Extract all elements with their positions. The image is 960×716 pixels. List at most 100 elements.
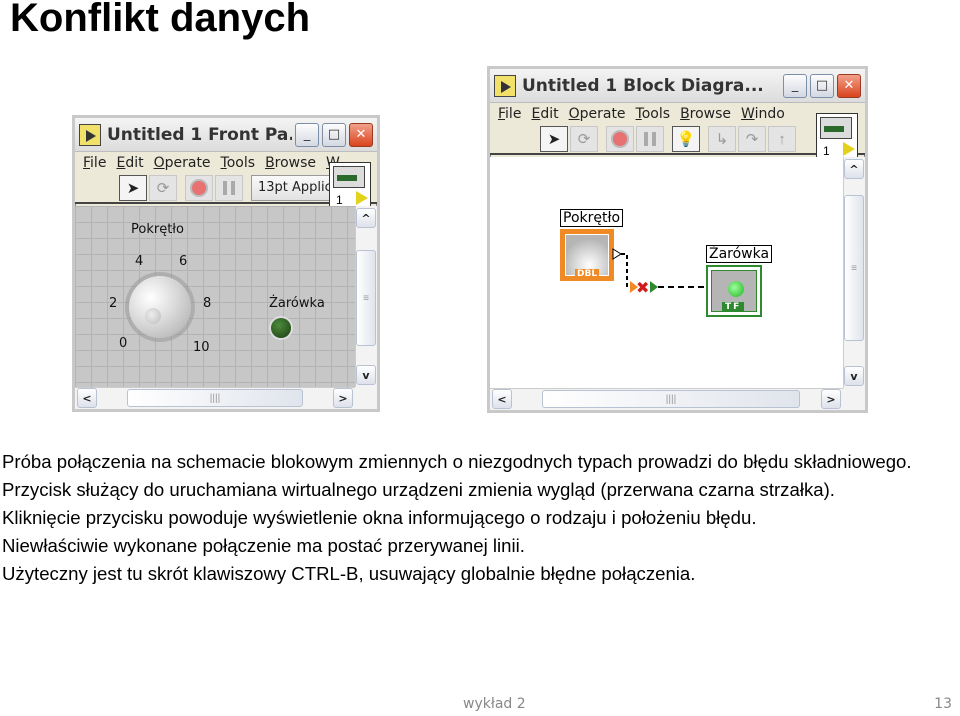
scroll-left-button[interactable]: < <box>77 388 97 408</box>
menu-bar: File Edit Operate Tools Browse Windo <box>490 103 865 125</box>
broken-run-arrow-icon: ➤ <box>547 131 561 148</box>
front-panel-window: Untitled 1 Front Pa... _ □ ✕ File Edit O… <box>72 115 380 412</box>
scroll-right-button[interactable]: > <box>333 388 353 408</box>
knob-scale-2: 2 <box>109 296 118 311</box>
paragraph-5: Użyteczny jest tu skrót klawiszowy CTRL-… <box>2 563 696 584</box>
led-indicator <box>271 318 291 338</box>
knob-scale-10: 10 <box>193 340 210 355</box>
scroll-up-button[interactable]: ^ <box>844 159 864 179</box>
footer-lecture-label: wykład 2 <box>463 696 526 712</box>
scroll-down-button[interactable]: v <box>356 365 376 385</box>
step-into-button[interactable]: ↳ <box>708 126 736 152</box>
horizontal-scroll-thumb[interactable]: |||| <box>542 390 800 408</box>
close-button[interactable]: ✕ <box>349 122 373 147</box>
menu-browse[interactable]: Browse <box>680 106 731 122</box>
menu-operate[interactable]: Operate <box>154 155 211 171</box>
window-title: Untitled 1 Block Diagra... <box>522 75 764 96</box>
green-wire-end-icon <box>650 281 658 293</box>
front-panel-canvas[interactable]: Pokrętło 4 6 2 8 0 10 Żarówka ^ ≡ v < ||… <box>75 206 377 409</box>
menu-edit[interactable]: Edit <box>531 106 558 122</box>
run-continuously-button[interactable]: ⟳ <box>149 175 177 201</box>
toolbar: ➤ ⟳ 💡 ↳ ↷ ↑ <box>490 125 865 155</box>
maximize-button[interactable]: □ <box>322 122 346 147</box>
menu-edit[interactable]: Edit <box>116 155 143 171</box>
knob-scale-8: 8 <box>203 296 212 311</box>
horizontal-scrollbar[interactable]: < |||| > <box>490 388 843 410</box>
pause-button[interactable] <box>215 175 243 201</box>
scroll-left-button[interactable]: < <box>492 389 512 409</box>
knob-scale-4: 4 <box>135 254 144 269</box>
menu-file[interactable]: File <box>498 106 521 122</box>
maximize-button[interactable]: □ <box>810 73 834 98</box>
knob-control[interactable] <box>129 276 191 338</box>
highlight-execution-button[interactable]: 💡 <box>672 126 700 152</box>
menu-tools[interactable]: Tools <box>221 155 256 171</box>
close-button[interactable]: ✕ <box>837 73 861 98</box>
step-over-button[interactable]: ↷ <box>738 126 766 152</box>
broken-wire-x-icon: ✖ <box>636 278 649 297</box>
labview-vi-icon <box>79 123 101 146</box>
menu-tools[interactable]: Tools <box>636 106 671 122</box>
knob-label: Pokrętło <box>131 222 184 237</box>
paragraph-2: Przycisk służący do uruchamiana wirtualn… <box>2 479 835 500</box>
vi-run-arrow-icon <box>843 142 855 156</box>
window-title: Untitled 1 Front Pa... <box>107 124 292 145</box>
vi-screen-icon <box>333 166 365 188</box>
vi-icon-number: 1 <box>823 144 830 158</box>
front-panel-titlebar[interactable]: Untitled 1 Front Pa... _ □ ✕ <box>75 118 377 152</box>
block-diagram-canvas[interactable]: Pokrętło DBL ✖ Żarówka TF ^ ≡ v < |||| > <box>490 157 865 410</box>
abort-button[interactable] <box>185 175 213 201</box>
wire-layer: ✖ <box>612 248 719 297</box>
vi-run-arrow-icon <box>356 191 368 205</box>
run-continuously-button[interactable]: ⟳ <box>570 126 598 152</box>
pause-button[interactable] <box>636 126 664 152</box>
pause-icon <box>644 132 656 146</box>
font-select[interactable]: 13pt Applicat <box>251 175 341 201</box>
run-button-broken[interactable]: ➤ <box>540 126 568 152</box>
broken-wire <box>621 253 635 288</box>
menu-file[interactable]: File <box>83 155 106 171</box>
scroll-right-button[interactable]: > <box>821 389 841 409</box>
broken-run-arrow-icon: ➤ <box>126 180 140 197</box>
horizontal-scrollbar[interactable]: < |||| > <box>75 387 355 409</box>
labview-vi-icon <box>494 74 516 97</box>
vi-screen-icon <box>820 117 852 139</box>
slide-title: Konflikt danych <box>10 0 311 40</box>
abort-button[interactable] <box>606 126 634 152</box>
led-dot-icon <box>728 281 744 297</box>
scroll-down-button[interactable]: v <box>844 366 864 386</box>
run-button-broken[interactable]: ➤ <box>119 175 147 201</box>
slide-body: Próba połączenia na schemacie blokowym z… <box>2 448 958 588</box>
minimize-button[interactable]: _ <box>783 73 807 98</box>
lightbulb-icon: 💡 <box>676 131 696 148</box>
stop-icon <box>611 130 629 148</box>
pause-icon <box>223 181 235 195</box>
vi-icon-number: 1 <box>336 193 343 207</box>
vertical-scroll-thumb[interactable]: ≡ <box>844 195 864 341</box>
paragraph-4: Niewłaściwie wykonane połączenie ma post… <box>2 535 525 556</box>
led-terminal[interactable]: TF <box>706 265 762 317</box>
knob-scale-0: 0 <box>119 336 128 351</box>
vertical-scroll-thumb[interactable]: ≡ <box>356 250 376 346</box>
minimize-button[interactable]: _ <box>295 122 319 147</box>
paragraph-1: Próba połączenia na schemacie blokowym z… <box>2 451 912 472</box>
block-diagram-titlebar[interactable]: Untitled 1 Block Diagra... _ □ ✕ <box>490 69 865 103</box>
vertical-scrollbar[interactable]: ^ ≡ v <box>355 206 377 387</box>
menu-browse[interactable]: Browse <box>265 155 316 171</box>
slide-number: 13 <box>934 696 952 712</box>
vertical-scrollbar[interactable]: ^ ≡ v <box>843 157 865 388</box>
step-out-button[interactable]: ↑ <box>768 126 796 152</box>
step-over-icon: ↷ <box>745 131 759 148</box>
menu-operate[interactable]: Operate <box>569 106 626 122</box>
vi-connector-icon[interactable]: 1 <box>329 162 371 210</box>
resize-grip[interactable] <box>843 388 865 410</box>
knob-scale-6: 6 <box>179 254 188 269</box>
led-terminal-icon: TF <box>711 270 757 312</box>
step-into-icon: ↳ <box>715 131 729 148</box>
horizontal-scroll-thumb[interactable]: |||| <box>127 389 303 407</box>
paragraph-3: Kliknięcie przycisku powoduje wyświetlen… <box>2 507 757 528</box>
vi-connector-icon[interactable]: 1 <box>816 113 858 161</box>
scroll-up-button[interactable]: ^ <box>356 208 376 228</box>
menu-window[interactable]: Windo <box>741 106 785 122</box>
resize-grip[interactable] <box>355 387 377 409</box>
